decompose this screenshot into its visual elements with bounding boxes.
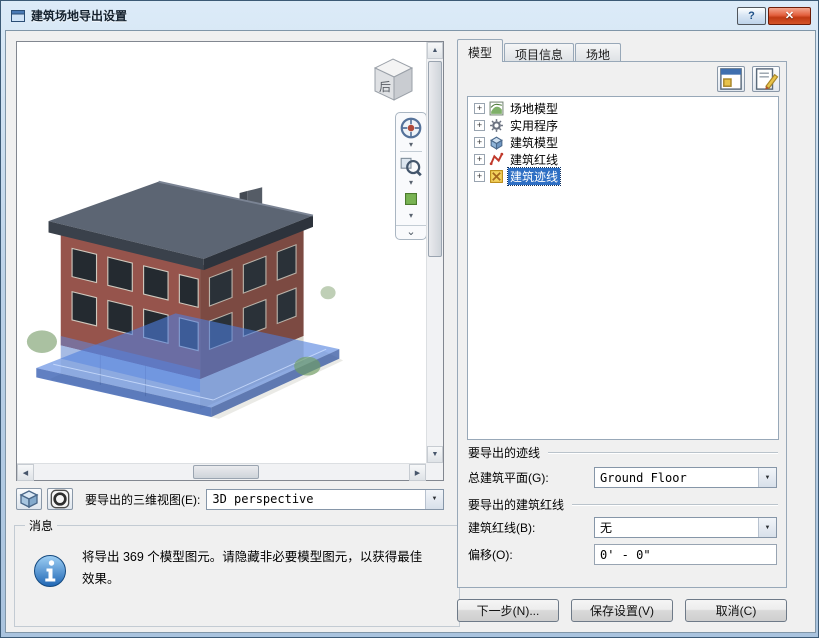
tab-model[interactable]: 模型 bbox=[457, 39, 504, 62]
gross-plan-value: Ground Floor bbox=[600, 470, 687, 485]
tree-item-footprint[interactable]: + 建筑迹线 bbox=[470, 167, 776, 186]
zoom-menu-arrow-icon[interactable]: ▾ bbox=[409, 178, 413, 187]
orbit-icon[interactable] bbox=[399, 187, 423, 211]
pencil-icon bbox=[755, 68, 779, 90]
expand-plus-icon[interactable]: + bbox=[474, 120, 485, 131]
viewcube[interactable]: 后 bbox=[365, 50, 421, 106]
tree-item-property-line[interactable]: + 建筑红线 bbox=[470, 151, 776, 168]
tree-item-label: 场地模型 bbox=[510, 102, 559, 116]
message-group: 消息 将导出 369 个模型图元。请隐藏非必要模型图元，以获得最佳效果。 bbox=[14, 517, 460, 627]
window-icon bbox=[10, 8, 26, 24]
gross-plan-row: 总建筑平面(G): Ground Floor ▼ bbox=[468, 467, 777, 488]
expand-plus-icon[interactable]: + bbox=[474, 137, 485, 148]
horizontal-scroll-thumb[interactable] bbox=[193, 465, 259, 479]
property-line-combobox[interactable]: 无 ▼ bbox=[594, 517, 777, 538]
vertical-scrollbar[interactable]: ▲ ▼ bbox=[426, 42, 443, 463]
building-model-image bbox=[26, 180, 344, 419]
chevron-down-icon[interactable]: ▼ bbox=[758, 468, 776, 487]
orbit-menu-arrow-icon[interactable]: ▾ bbox=[409, 211, 413, 220]
select-categories-button[interactable] bbox=[717, 66, 745, 92]
vertical-scroll-thumb[interactable] bbox=[428, 61, 442, 257]
steering-wheel-icon[interactable] bbox=[399, 116, 423, 140]
property-line-value: 无 bbox=[600, 521, 613, 535]
steering-wheel-menu-arrow-icon[interactable]: ▾ bbox=[409, 140, 413, 149]
footprint-icon bbox=[489, 169, 504, 184]
utilities-icon bbox=[489, 118, 504, 133]
gross-plan-combobox[interactable]: Ground Floor ▼ bbox=[594, 467, 777, 488]
info-icon bbox=[33, 554, 67, 588]
titlebar[interactable]: 建筑场地导出设置 ? ✕ bbox=[5, 1, 814, 30]
categories-icon bbox=[720, 68, 742, 90]
tab-strip: 模型 项目信息 场地 bbox=[457, 39, 622, 62]
property-line-row: 建筑红线(B): 无 ▼ bbox=[468, 517, 777, 538]
tree-item-label: 实用程序 bbox=[510, 119, 559, 133]
scroll-right-icon[interactable]: ▶ bbox=[409, 464, 426, 481]
horizontal-scrollbar[interactable]: ◀ ▶ bbox=[17, 463, 426, 481]
navbar-collapse-chevron-icon[interactable]: ⌄ bbox=[396, 225, 426, 239]
window-title: 建筑场地导出设置 bbox=[31, 9, 128, 23]
chevron-down-icon[interactable]: ▼ bbox=[425, 489, 443, 509]
section-divider bbox=[572, 503, 778, 506]
tree-item-label: 建筑模型 bbox=[510, 136, 559, 150]
offset-input[interactable] bbox=[594, 544, 777, 565]
message-text: 将导出 369 个模型图元。请隐藏非必要模型图元，以获得最佳效果。 bbox=[82, 550, 423, 586]
gross-plan-label: 总建筑平面(G): bbox=[468, 471, 549, 485]
view-selector-label: 要导出的三维视图(E): bbox=[85, 492, 201, 507]
tree-item-utilities[interactable]: + 实用程序 bbox=[470, 117, 776, 134]
expand-plus-icon[interactable]: + bbox=[474, 154, 485, 165]
property-line-label: 建筑红线(B): bbox=[468, 521, 536, 535]
tree-item-site-model[interactable]: + 场地模型 bbox=[470, 100, 776, 117]
building-model-icon bbox=[489, 135, 504, 150]
axonometric-view-button[interactable] bbox=[16, 488, 42, 510]
tree-toolbar bbox=[717, 66, 780, 92]
perspective-view-button[interactable] bbox=[47, 488, 73, 510]
tab-site[interactable]: 场地 bbox=[575, 43, 622, 62]
navbar-divider bbox=[400, 151, 422, 152]
scroll-left-icon[interactable]: ◀ bbox=[17, 464, 34, 481]
property-line-icon bbox=[489, 152, 504, 167]
view-selector-value: 3D perspective bbox=[212, 492, 314, 506]
site-model-icon bbox=[489, 101, 504, 116]
tree-item-label: 建筑迹线 bbox=[506, 167, 562, 186]
dialog-body: 后 ▾ ▾ ▾ ⌄ ▲ ▼ ◀ ▶ 要导出的三维视图(E): 3D perspe… bbox=[5, 30, 816, 633]
scrollbar-corner bbox=[426, 463, 443, 480]
chevron-down-icon[interactable]: ▼ bbox=[758, 518, 776, 537]
view-selector-row: 要导出的三维视图(E): 3D perspective ▼ bbox=[16, 488, 444, 510]
message-group-title: 消息 bbox=[29, 519, 54, 533]
next-button[interactable]: 下一步(N)... bbox=[457, 599, 559, 622]
expand-plus-icon[interactable]: + bbox=[474, 171, 485, 182]
view-selector-combobox[interactable]: 3D perspective ▼ bbox=[206, 488, 444, 510]
help-button[interactable]: ? bbox=[737, 6, 766, 25]
3d-preview-viewport[interactable]: 后 ▾ ▾ ▾ ⌄ ▲ ▼ ◀ ▶ bbox=[16, 41, 444, 481]
scroll-up-icon[interactable]: ▲ bbox=[427, 42, 443, 59]
close-button[interactable]: ✕ bbox=[768, 6, 811, 25]
tree-item-building-model[interactable]: + 建筑模型 bbox=[470, 134, 776, 151]
category-tree[interactable]: + 场地模型 + 实用程序 + 建筑模型 + 建筑红线 + 建筑迹线 bbox=[467, 96, 779, 440]
expand-plus-icon[interactable]: + bbox=[474, 103, 485, 114]
section-title-text: 要导出的迹线 bbox=[468, 446, 541, 460]
property-line-section-title: 要导出的建筑红线 bbox=[468, 496, 778, 513]
navigation-bar: ▾ ▾ ▾ ⌄ bbox=[395, 112, 427, 240]
axonometric-cube-icon bbox=[19, 490, 39, 509]
tree-item-label: 建筑红线 bbox=[510, 153, 559, 167]
scroll-down-icon[interactable]: ▼ bbox=[427, 446, 443, 463]
section-divider bbox=[548, 451, 778, 454]
edit-categories-button[interactable] bbox=[752, 66, 780, 92]
tab-project-info[interactable]: 项目信息 bbox=[504, 43, 575, 62]
footprint-section-title: 要导出的迹线 bbox=[468, 444, 778, 461]
section-title-text: 要导出的建筑红线 bbox=[468, 498, 565, 512]
zoom-region-icon[interactable] bbox=[399, 154, 423, 178]
camera-lens-icon bbox=[50, 489, 70, 509]
export-site-settings-dialog: 建筑场地导出设置 ? ✕ 后 ▾ ▾ ▾ ⌄ ▲ ▼ ◀ ▶ 要导出的三维视图(… bbox=[0, 0, 819, 638]
model-tab-panel: + 场地模型 + 实用程序 + 建筑模型 + 建筑红线 + 建筑迹线 要导出的迹… bbox=[457, 61, 787, 588]
offset-label: 偏移(O): bbox=[468, 548, 513, 562]
offset-row: 偏移(O): bbox=[468, 544, 777, 565]
cancel-button[interactable]: 取消(C) bbox=[685, 599, 787, 622]
footer-buttons: 下一步(N)... 保存设置(V) 取消(C) bbox=[457, 599, 787, 622]
save-settings-button[interactable]: 保存设置(V) bbox=[571, 599, 673, 622]
viewcube-face-label: 后 bbox=[379, 80, 391, 94]
